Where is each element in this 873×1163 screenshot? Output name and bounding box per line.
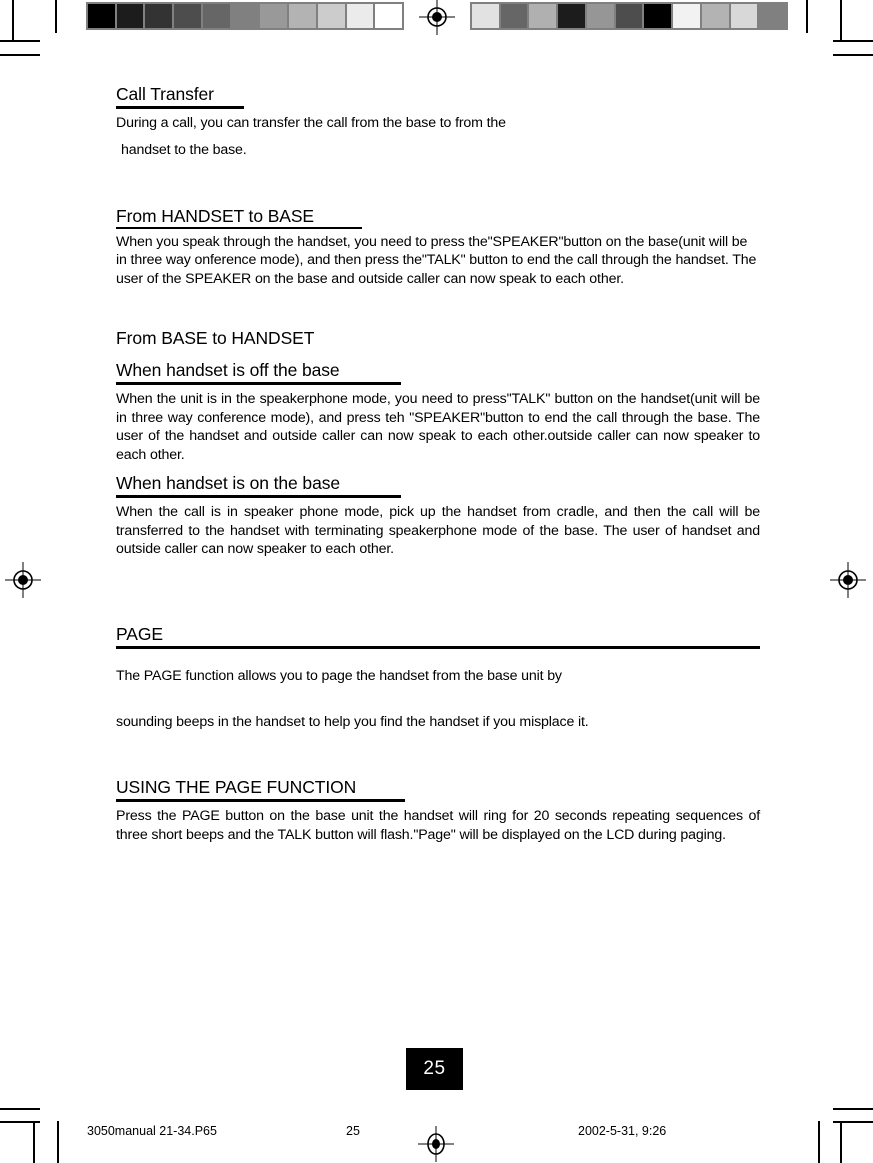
calibration-left-swatch-9 — [346, 4, 374, 28]
calibration-bar-right — [470, 2, 788, 30]
footer-file-name: 3050manual 21-34.P65 — [87, 1124, 217, 1138]
base-to-handset-heading: From BASE to HANDSET — [116, 328, 315, 349]
handset-to-base-body: When you speak through the handset, you … — [116, 233, 757, 287]
calibration-left-swatch-5 — [231, 4, 259, 28]
calibration-right-swatch-4 — [586, 4, 614, 28]
calibration-left-swatch-1 — [116, 4, 144, 28]
handset-off-base-heading-rule — [116, 382, 401, 386]
calibration-right-swatch-0 — [472, 4, 499, 28]
crop-mark-top-left-horizontal-outer — [0, 40, 40, 42]
calibration-right-swatch-2 — [529, 4, 557, 28]
section-page-function: PAGE The PAGE function allows you to pag… — [116, 624, 760, 731]
calibration-left-swatch-10 — [375, 4, 403, 28]
crop-mark-bottom-right-horizontal-inner — [833, 1108, 873, 1110]
registration-target-right-middle — [830, 562, 866, 598]
manual-page: Call Transfer During a call, you can tra… — [0, 0, 873, 1163]
calibration-left-swatch-8 — [317, 4, 345, 28]
crop-mark-top-right-horizontal-outer — [833, 40, 873, 42]
calibration-right-swatch-5 — [615, 4, 643, 28]
crop-mark-top-right-horizontal-inner — [833, 54, 873, 56]
calibration-bar-left — [86, 2, 404, 30]
crop-mark-bottom-left-horizontal-inner — [0, 1108, 40, 1110]
page-function-intro-line-2: sounding beeps in the handset to help yo… — [116, 713, 589, 730]
calibration-left-swatch-3 — [174, 4, 201, 28]
calibration-right-swatch-8 — [701, 4, 729, 28]
calibration-right-swatch-3 — [558, 4, 585, 28]
handset-off-base-heading: When handset is off the base — [116, 360, 340, 381]
section-base-to-handset: From BASE to HANDSET When handset is off… — [116, 314, 760, 558]
call-transfer-intro-line-2: handset to the base. — [121, 142, 247, 159]
handset-to-base-heading: From HANDSET to BASE — [116, 205, 315, 226]
page-function-heading-rule — [116, 646, 760, 650]
section-using-page-function: USING THE PAGE FUNCTION Press the PAGE b… — [116, 777, 760, 844]
calibration-left-swatch-7 — [289, 4, 316, 28]
handset-off-base-body: When the unit is in the speakerphone mod… — [116, 391, 760, 463]
spacer-after-call-transfer — [116, 160, 760, 206]
crop-mark-top-right-vertical-outer — [840, 0, 842, 40]
call-transfer-intro-line-1: During a call, you can transfer the call… — [116, 115, 506, 131]
calibration-right-swatch-9 — [730, 4, 758, 28]
using-page-function-heading: USING THE PAGE FUNCTION — [116, 777, 357, 798]
page-function-intro-line-1: The PAGE function allows you to page the… — [116, 668, 562, 685]
handset-to-base-heading-rule — [116, 226, 362, 229]
footer-metadata: 3050manual 21-34.P65 25 2002-5-31, 9:26 — [0, 1124, 873, 1146]
using-page-function-heading-rule — [116, 799, 405, 803]
crop-mark-top-left-vertical-outer — [12, 0, 14, 40]
calibration-right-swatch-7 — [673, 4, 700, 28]
crop-mark-top-right-vertical-inner — [806, 0, 808, 33]
spacer-before-using-page — [116, 731, 760, 777]
crop-mark-top-left-horizontal-inner — [0, 54, 40, 56]
calibration-right-swatch-10 — [759, 4, 787, 28]
handset-on-base-heading-rule — [116, 495, 401, 499]
crop-mark-bottom-right-horizontal-outer — [833, 1121, 873, 1123]
subsection-handset-on-base: When handset is on the base — [116, 473, 401, 499]
subsection-handset-off-base: When handset is off the base — [116, 360, 401, 386]
handset-on-base-heading: When handset is on the base — [116, 473, 340, 494]
calibration-left-swatch-6 — [260, 4, 288, 28]
document-content: Call Transfer During a call, you can tra… — [116, 84, 760, 844]
footer-page-number: 25 — [346, 1124, 360, 1138]
calibration-left-swatch-4 — [202, 4, 230, 28]
spacer-before-page-section — [116, 558, 760, 624]
using-page-function-body: Press the PAGE button on the base unit t… — [116, 808, 760, 843]
page-function-heading: PAGE — [116, 624, 163, 645]
section-call-transfer: Call Transfer During a call, you can tra… — [116, 84, 760, 160]
section-handset-to-base: From HANDSET to BASE When you speak thro… — [116, 206, 760, 288]
registration-target-left-middle — [5, 562, 41, 598]
calibration-right-swatch-1 — [500, 4, 528, 28]
calibration-left-swatch-0 — [88, 4, 115, 28]
handset-on-base-body: When the call is in speaker phone mode, … — [116, 504, 760, 557]
footer-timestamp: 2002-5-31, 9:26 — [578, 1124, 667, 1138]
calibration-left-swatch-2 — [145, 4, 173, 28]
crop-mark-top-left-vertical-inner — [55, 0, 57, 33]
page-number-badge: 25 — [406, 1048, 463, 1090]
registration-target-top-center — [419, 0, 455, 35]
call-transfer-heading: Call Transfer — [116, 84, 214, 104]
calibration-right-swatch-6 — [644, 4, 672, 28]
spacer-after-handset-to-base — [116, 288, 760, 314]
call-transfer-heading-rule — [116, 106, 244, 109]
